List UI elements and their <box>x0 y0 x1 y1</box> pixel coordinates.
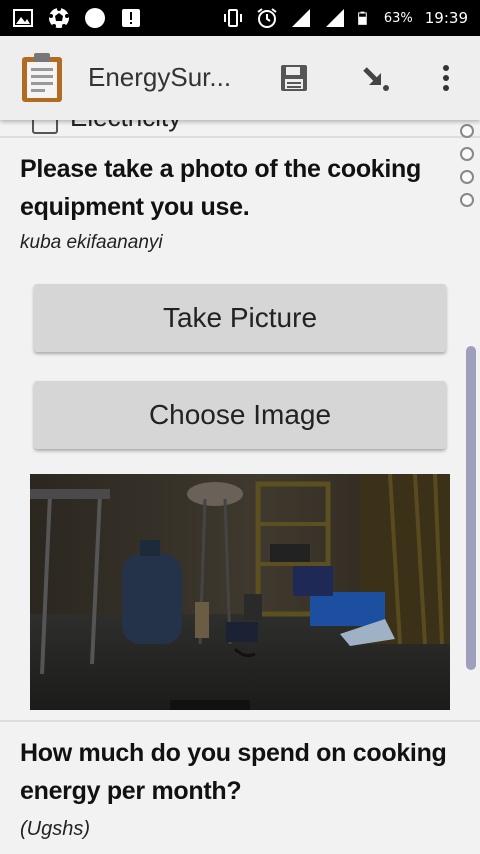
question-spend-hint: (Ugshs) <box>20 818 91 840</box>
previous-option-row[interactable]: Electricity <box>0 120 480 136</box>
save-icon <box>281 65 307 91</box>
status-bar: 63% 19:39 <box>0 0 480 36</box>
scrollbar-thumb[interactable] <box>466 346 476 670</box>
clipboard-app-icon <box>22 53 62 102</box>
divider <box>0 720 480 722</box>
previous-option-checkbox[interactable] <box>32 120 58 134</box>
take-picture-button[interactable]: Take Picture <box>34 284 446 352</box>
battery-percent: 63% <box>383 10 413 26</box>
football-icon <box>49 7 69 28</box>
clock: 19:39 <box>424 9 468 27</box>
choose-image-button[interactable]: Choose Image <box>34 381 446 449</box>
circle-icon <box>85 8 105 28</box>
question-photo-text: Please take a photo of the cooking equip… <box>20 155 421 221</box>
vibrate-icon <box>223 9 242 27</box>
signal-icon <box>291 9 310 27</box>
overflow-menu-button[interactable] <box>428 60 464 96</box>
page-dot <box>460 124 474 138</box>
page-dot <box>460 170 474 184</box>
app-toolbar: EnergySur... <box>0 36 480 120</box>
page-indicator <box>460 124 474 207</box>
goto-arrow-icon <box>363 67 389 91</box>
alarm-icon <box>257 8 277 28</box>
gallery-icon <box>13 9 33 27</box>
question-spend-text: How much do you spend on cooking energy … <box>20 739 447 805</box>
previous-option-label: Electricity <box>70 120 181 133</box>
goto-button[interactable] <box>358 60 394 96</box>
form-content[interactable]: Electricity Please take a photo of the c… <box>0 120 480 854</box>
page-dot <box>460 193 474 207</box>
divider <box>0 136 480 138</box>
question-photo-hint: kuba ekifaananyi <box>20 232 163 253</box>
signal-icon-2 <box>325 9 344 27</box>
alert-icon <box>122 9 140 27</box>
battery-icon <box>358 11 367 25</box>
save-button[interactable] <box>276 60 312 96</box>
overflow-menu-icon <box>443 65 449 91</box>
app-title: EnergySur... <box>88 62 232 92</box>
captured-photo <box>30 474 450 710</box>
page-dot <box>460 147 474 161</box>
